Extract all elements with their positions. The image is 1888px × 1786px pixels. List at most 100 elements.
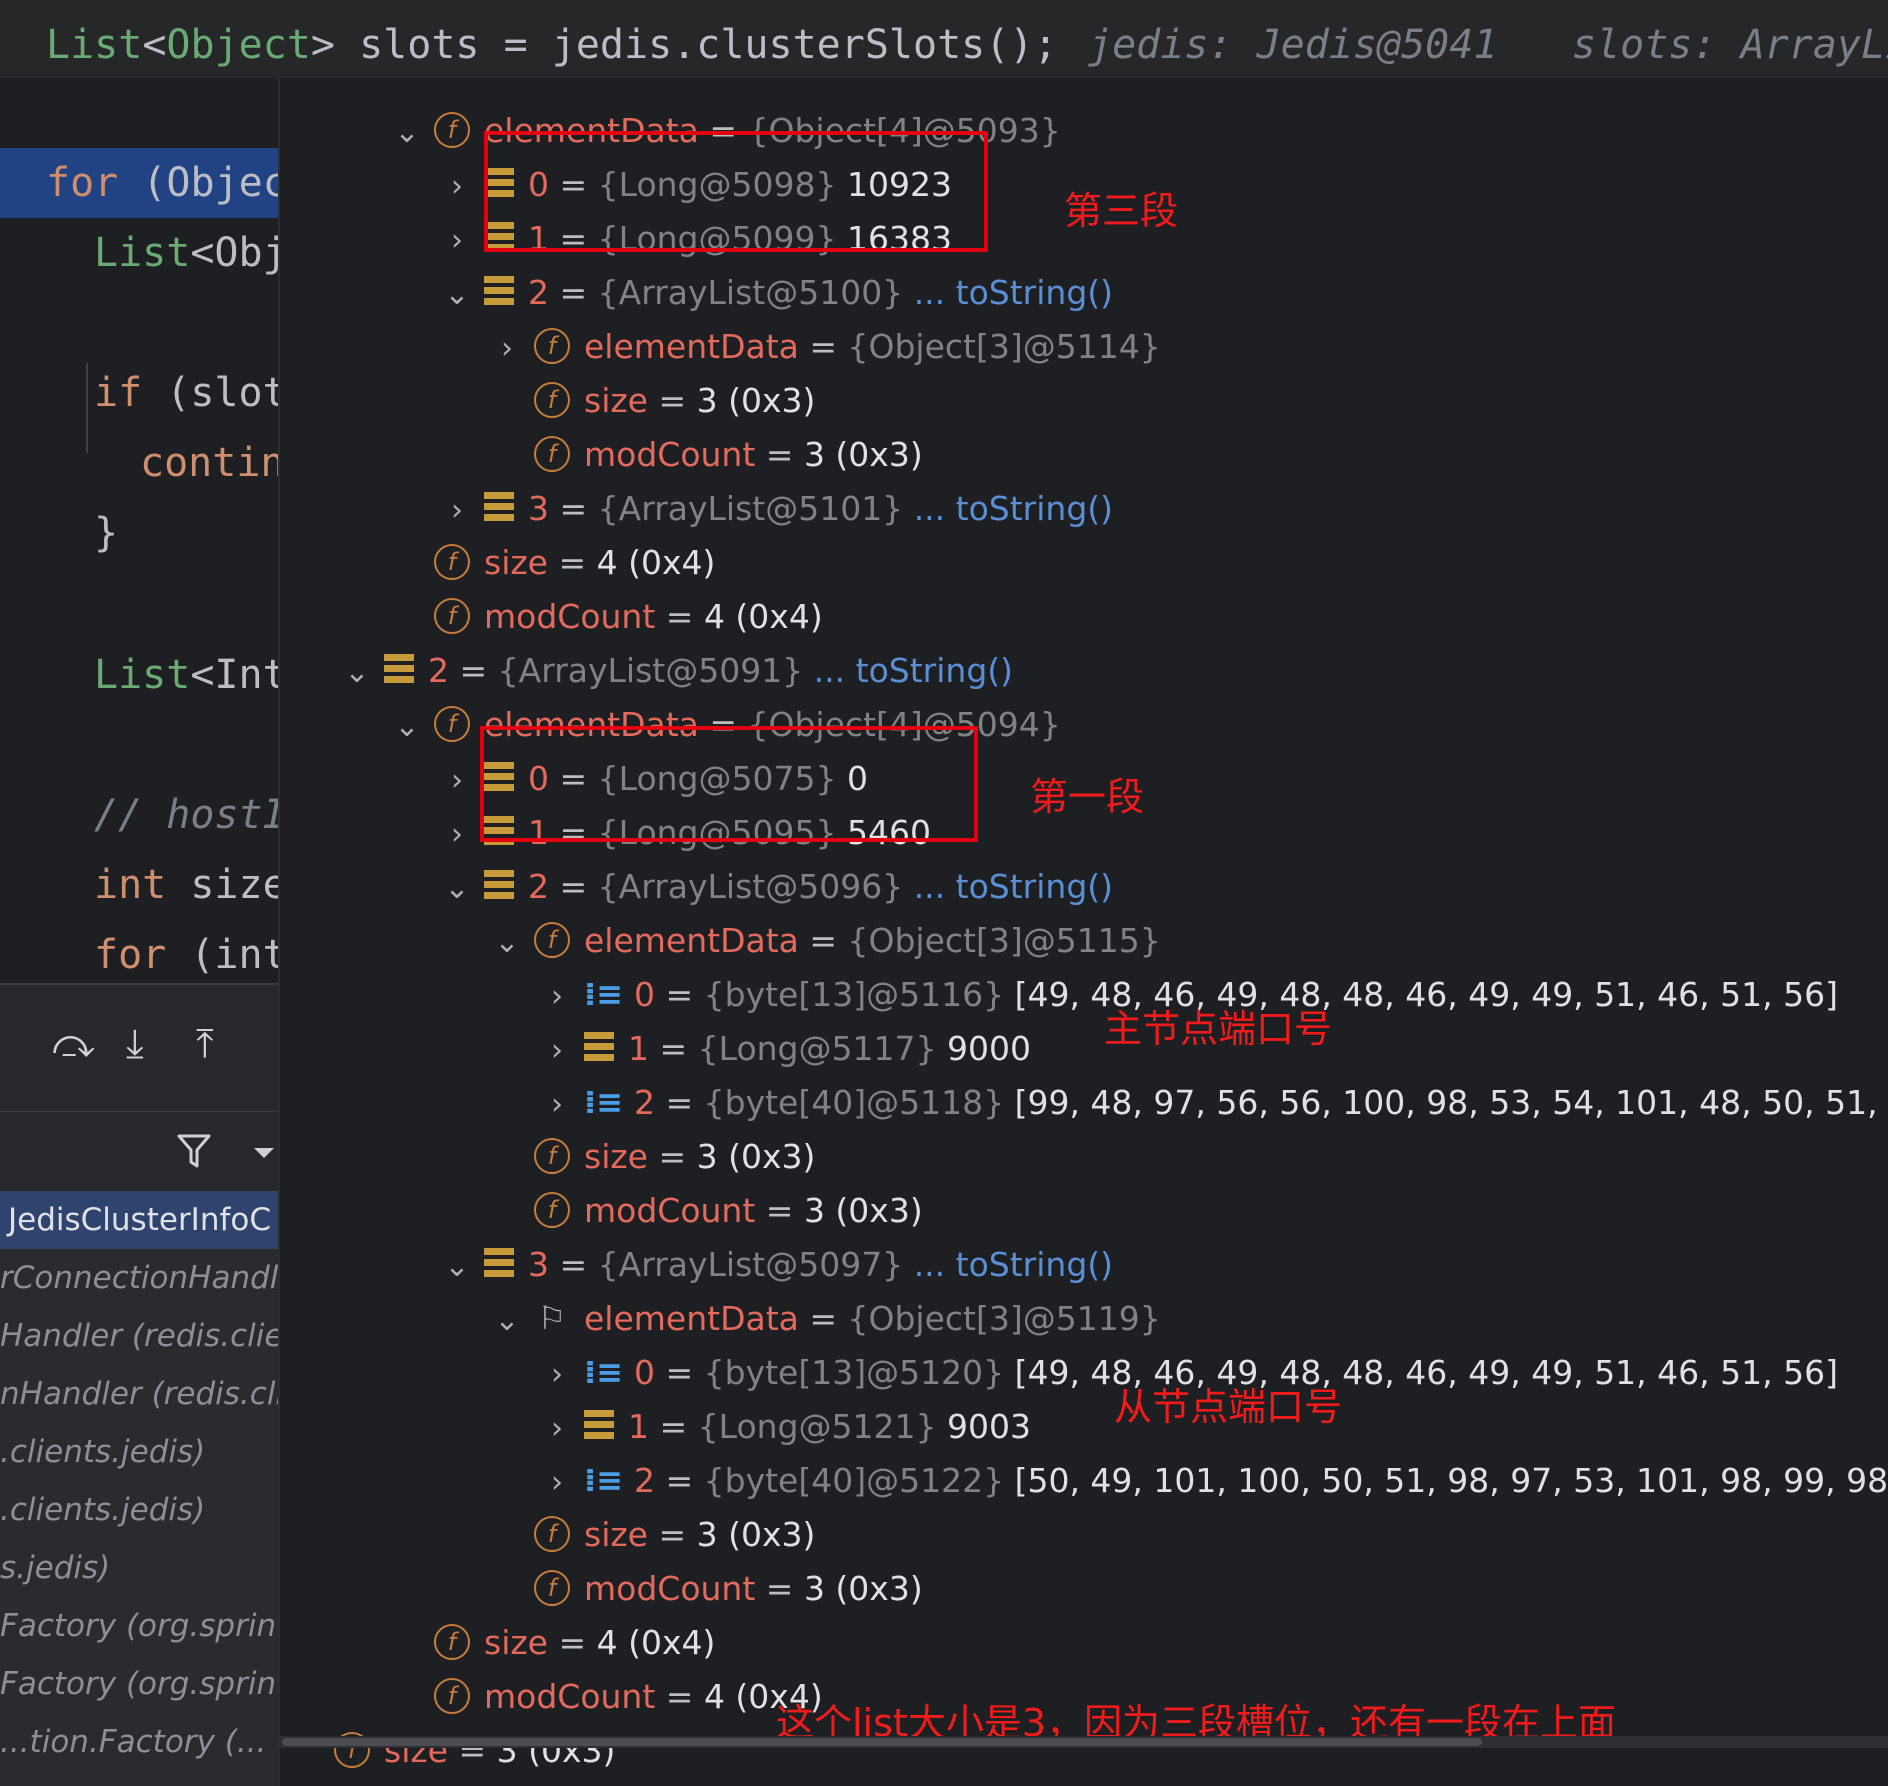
highlight-box-first-segment <box>480 726 978 842</box>
highlight-box-third-segment <box>484 131 988 252</box>
collapse-chevron-icon[interactable]: ⌄ <box>392 700 422 754</box>
frame-item[interactable]: nHandler (redis.cli <box>0 1365 278 1423</box>
collapse-chevron-icon[interactable]: ⌄ <box>492 1294 522 1348</box>
var-name: size <box>484 543 548 582</box>
var-name: elementData <box>584 1299 799 1338</box>
tree-row[interactable]: › 3 = {ArrayList@5101} ... toString() <box>442 482 1113 536</box>
tree-row[interactable]: f size = 3 (0x3) <box>292 1724 615 1778</box>
tree-row[interactable]: f modCount = 3 (0x3) <box>492 1184 923 1238</box>
var-type: {byte[13]@5120} <box>703 1353 1005 1392</box>
tree-row[interactable]: f size = 4 (0x4) <box>392 536 715 590</box>
var-type: {byte[40]@5122} <box>703 1461 1005 1500</box>
dropdown-icon[interactable] <box>252 1146 276 1160</box>
equals-sign: = <box>648 1137 697 1176</box>
tree-row[interactable]: f modCount = 4 (0x4) <box>392 590 823 644</box>
frame-item[interactable]: Factory (org.sprin <box>0 1597 278 1655</box>
annotation-master-port: 主节点端口号 <box>1104 1007 1333 1051</box>
expand-chevron-icon[interactable]: › <box>442 160 472 214</box>
equals-sign: = <box>755 1191 804 1230</box>
collapse-chevron-icon[interactable]: ⌄ <box>442 862 472 916</box>
code-editor[interactable]: for (Objec List<Obj if (slot contin } Li… <box>0 78 278 983</box>
to-string-link[interactable]: ... toString() <box>914 273 1113 312</box>
tree-row[interactable]: › 1 = {Long@5121} 9003 <box>542 1400 1031 1454</box>
array-icon: ⁞≡ <box>584 974 623 1013</box>
tree-row[interactable]: › f elementData = {Object[3]@5114} <box>492 320 1161 374</box>
collapse-chevron-icon[interactable]: ⌄ <box>342 646 372 700</box>
filter-icon[interactable] <box>176 1132 212 1170</box>
tree-row[interactable]: ⌄ 2 = {ArrayList@5100} ... toString() <box>442 266 1113 320</box>
scrollbar-thumb[interactable] <box>282 1738 1482 1746</box>
code-line: contin <box>140 440 278 486</box>
var-name: 0 <box>634 975 655 1014</box>
var-name: 2 <box>634 1461 655 1500</box>
tree-row[interactable]: f modCount = 4 (0x4) <box>392 1670 823 1724</box>
expand-chevron-icon[interactable]: › <box>542 970 572 1024</box>
tree-row[interactable]: › 1 = {Long@5117} 9000 <box>542 1022 1031 1076</box>
collapse-chevron-icon[interactable]: ⌄ <box>392 106 422 160</box>
field-icon: f <box>534 1137 570 1174</box>
var-type: {ArrayList@5101} <box>597 489 904 528</box>
expand-chevron-icon[interactable]: › <box>542 1402 572 1456</box>
expand-chevron-icon[interactable]: › <box>442 484 472 538</box>
tree-row[interactable]: f size = 3 (0x3) <box>492 1130 815 1184</box>
list-icon <box>484 869 514 900</box>
collapse-chevron-icon[interactable]: ⌄ <box>442 268 472 322</box>
horizontal-scrollbar[interactable] <box>278 1736 1888 1748</box>
var-name: modCount <box>484 1677 656 1716</box>
tree-row[interactable]: ⌄ 2 = {ArrayList@5096} ... toString() <box>442 860 1113 914</box>
tree-row[interactable]: › ⁞≡ 2 = {byte[40]@5118} [99, 48, 97, 56, … <box>542 1076 1888 1130</box>
frame-item-selected[interactable]: JedisClusterInfoC <box>0 1191 278 1249</box>
expand-chevron-icon[interactable]: › <box>542 1348 572 1402</box>
tree-row[interactable]: › ⁞≡ 2 = {byte[40]@5122} [50, 49, 101, 100… <box>542 1454 1888 1508</box>
expand-chevron-icon[interactable]: › <box>492 322 522 376</box>
frame-item[interactable]: .clients.jedis) <box>0 1481 278 1539</box>
to-string-link[interactable]: ... toString() <box>914 867 1113 906</box>
frame-item[interactable]: rConnectionHandl <box>0 1249 278 1307</box>
collapse-chevron-icon[interactable]: ⌄ <box>492 916 522 970</box>
array-icon: ⁞≡ <box>584 1082 623 1121</box>
expand-chevron-icon[interactable]: › <box>442 214 472 268</box>
to-string-link[interactable]: ... toString() <box>914 1245 1113 1284</box>
var-type: {Object[3]@5114} <box>847 327 1161 366</box>
collapse-chevron-icon[interactable]: ⌄ <box>442 1240 472 1294</box>
tree-row[interactable]: f modCount = 3 (0x3) <box>492 1562 923 1616</box>
frame-item[interactable]: .clients.jedis) <box>0 1423 278 1481</box>
equals-sign: = <box>449 651 498 690</box>
step-out-icon[interactable]: ⤒ <box>196 1021 214 1067</box>
tree-row[interactable]: ⌄ ⚐ elementData = {Object[3]@5119} <box>492 1292 1160 1348</box>
var-name: elementData <box>584 327 799 366</box>
step-over-icon[interactable]: ⤼ <box>52 1021 95 1067</box>
var-name: size <box>584 1515 648 1554</box>
expand-chevron-icon[interactable]: › <box>542 1456 572 1510</box>
step-into-icon[interactable]: ⤓ <box>126 1021 144 1067</box>
var-value: 3 (0x3) <box>696 381 816 420</box>
tree-row[interactable]: f size = 4 (0x4) <box>392 1616 715 1670</box>
frame-item[interactable]: Factory (org.sprin <box>0 1655 278 1713</box>
var-name: 2 <box>528 867 549 906</box>
var-name: 2 <box>428 651 449 690</box>
annotation-first-segment: 第一段 <box>1030 775 1145 819</box>
equals-sign: = <box>655 975 704 1014</box>
annotation-slave-port: 从节点端口号 <box>1114 1385 1343 1429</box>
frame-item[interactable]: Handler (redis.clier <box>0 1307 278 1365</box>
to-string-link[interactable]: ... toString() <box>914 489 1113 528</box>
tree-row[interactable]: ⌄ 3 = {ArrayList@5097} ... toString() <box>442 1238 1113 1292</box>
frame-item[interactable]: ...tion.Factory (... <box>0 1713 278 1771</box>
var-value: [99, 48, 97, 56, 56, 100, 98, 53, 54, 10… <box>1014 1083 1888 1122</box>
tree-row[interactable]: f size = 3 (0x3) <box>492 374 815 428</box>
tree-row[interactable]: ⌄ f elementData = {Object[3]@5115} <box>492 914 1160 970</box>
expand-chevron-icon[interactable]: › <box>442 808 472 862</box>
expand-chevron-icon[interactable]: › <box>542 1078 572 1132</box>
tree-row[interactable]: f size = 3 (0x3) <box>492 1508 815 1562</box>
tree-row[interactable]: ⌄ 2 = {ArrayList@5091} ... toString() <box>342 644 1013 698</box>
inline-hint-slots: slots: ArrayLi <box>1572 22 1888 68</box>
var-name: 1 <box>628 1407 649 1446</box>
equals-sign: = <box>548 543 597 582</box>
tree-row[interactable]: f modCount = 3 (0x3) <box>492 428 923 482</box>
frame-item[interactable]: s.jedis) <box>0 1539 278 1597</box>
equals-sign: = <box>798 327 848 366</box>
to-string-link[interactable]: ... toString() <box>814 651 1013 690</box>
expand-chevron-icon[interactable]: › <box>442 754 472 808</box>
expand-chevron-icon[interactable]: › <box>542 1024 572 1078</box>
annotation-third-segment: 第三段 <box>1064 189 1179 233</box>
